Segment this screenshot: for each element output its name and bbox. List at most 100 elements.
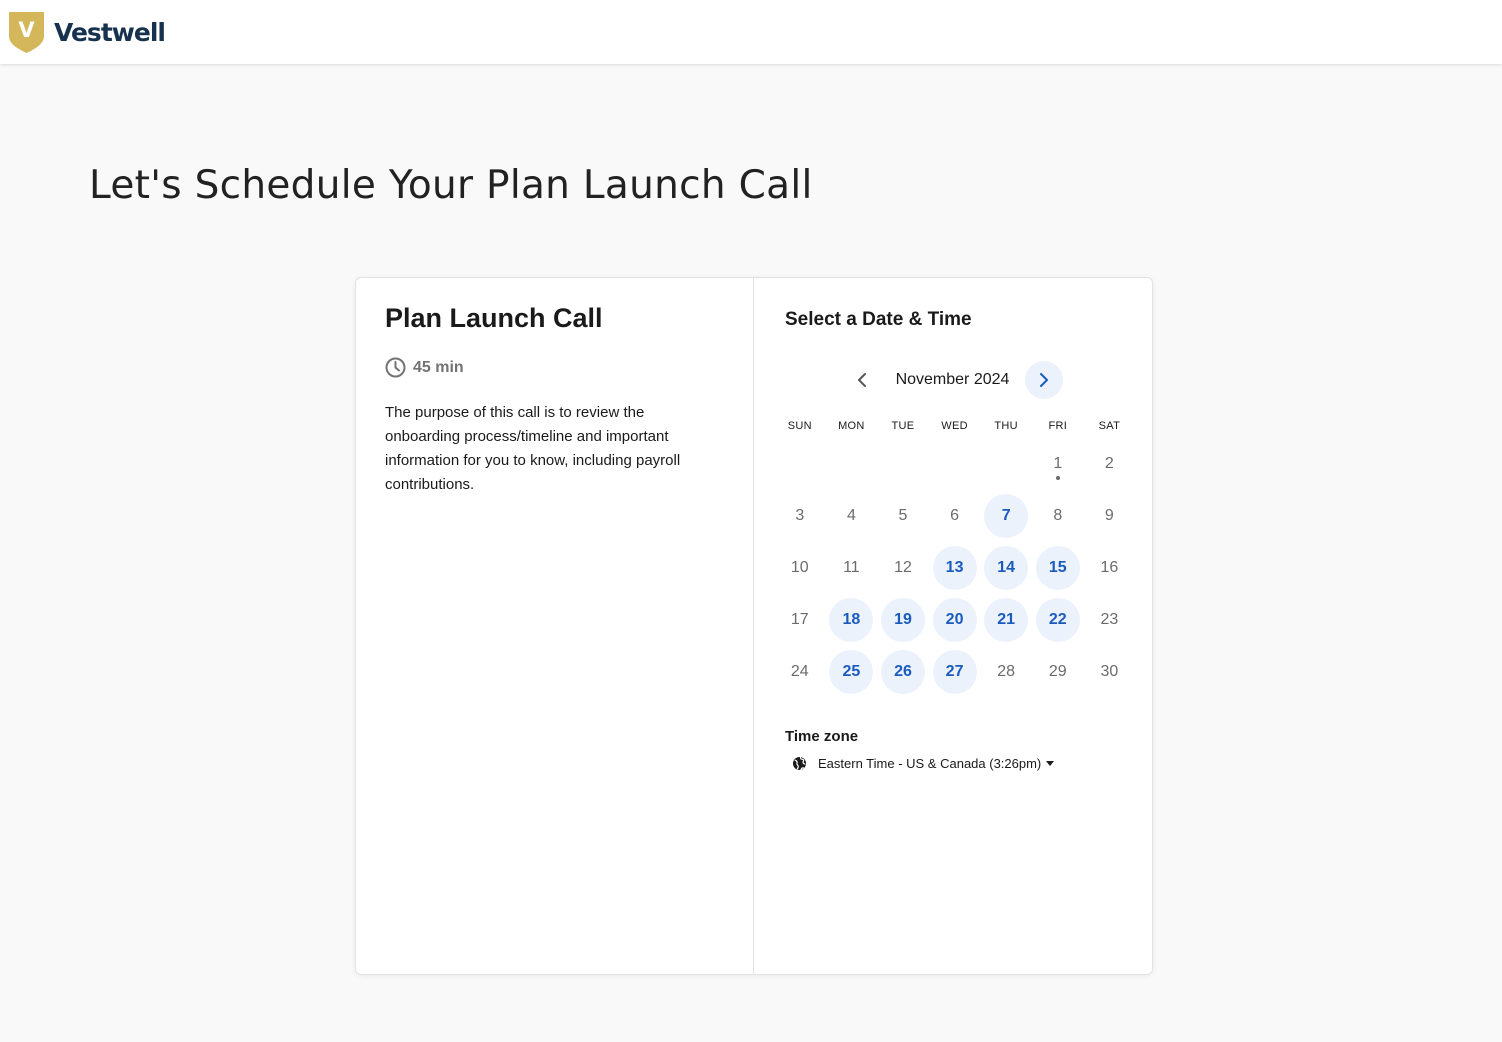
calendar-day-25[interactable]: 25 bbox=[826, 646, 878, 698]
calendar-day-14[interactable]: 14 bbox=[980, 542, 1032, 594]
calendar-day-3: 3 bbox=[774, 490, 826, 542]
calendar-day-13[interactable]: 13 bbox=[929, 542, 981, 594]
weekday-tue: TUE bbox=[891, 420, 915, 432]
calendar-empty-cell bbox=[929, 438, 981, 490]
calendar-day-number: 24 bbox=[790, 663, 809, 680]
calendar-day-number: 30 bbox=[1100, 663, 1119, 680]
calendar-day-18[interactable]: 18 bbox=[826, 594, 878, 646]
caret-down-icon bbox=[1046, 761, 1055, 766]
vestwell-logo[interactable]: V Vestwell bbox=[9, 11, 166, 53]
calendar-day-26[interactable]: 26 bbox=[877, 646, 929, 698]
calendar-day-number: 18 bbox=[829, 598, 874, 642]
calendar-day-1: 1 bbox=[1032, 438, 1084, 490]
weekday-sun: SUN bbox=[787, 420, 812, 432]
chevron-right-icon bbox=[1040, 373, 1048, 387]
calendar-day-16: 16 bbox=[1084, 542, 1136, 594]
calendar-day-23: 23 bbox=[1084, 594, 1136, 646]
calendar-day-number: 15 bbox=[1035, 546, 1080, 590]
shield-logo-icon: V bbox=[9, 11, 44, 53]
calendar-day-grid: 1 2 3 4 5 6 7 8 9 10 11 12 13 14 15 16 17 18 19 20 21 22 23 24 2… bbox=[774, 438, 1135, 698]
calendar-day-22[interactable]: 22 bbox=[1032, 594, 1084, 646]
calendar-day-number: 8 bbox=[1053, 507, 1063, 524]
calendar-day-number: 23 bbox=[1100, 611, 1119, 628]
calendar-day-number: 9 bbox=[1104, 507, 1114, 524]
calendar-day-15[interactable]: 15 bbox=[1032, 542, 1084, 594]
calendar-day-6: 6 bbox=[929, 490, 981, 542]
calendar-empty-cell bbox=[826, 438, 878, 490]
event-title: Plan Launch Call bbox=[385, 303, 603, 333]
calendar-day-4: 4 bbox=[826, 490, 878, 542]
calendar-day-19[interactable]: 19 bbox=[877, 594, 929, 646]
calendar-day-number: 17 bbox=[790, 611, 809, 628]
event-duration: 45 min bbox=[385, 357, 724, 378]
top-navigation-bar: V Vestwell bbox=[0, 0, 1502, 64]
calendar-day-17: 17 bbox=[774, 594, 826, 646]
calendar-day-number: 28 bbox=[997, 663, 1016, 680]
calendar-day-number: 3 bbox=[795, 507, 805, 524]
previous-month-button[interactable] bbox=[842, 360, 882, 400]
calendar-day-2: 2 bbox=[1084, 438, 1136, 490]
calendar-day-number: 14 bbox=[984, 546, 1029, 590]
event-details-pane: Plan Launch Call 45 min The purpose of t… bbox=[356, 278, 754, 974]
calendar-day-27[interactable]: 27 bbox=[929, 646, 981, 698]
calendar-empty-cell bbox=[980, 438, 1032, 490]
calendar-day-number: 4 bbox=[846, 507, 856, 524]
clock-icon bbox=[385, 357, 406, 378]
calendar-day-number: 11 bbox=[843, 559, 860, 576]
calendar-day-number: 27 bbox=[932, 650, 977, 694]
calendar-day-30: 30 bbox=[1084, 646, 1136, 698]
calendar-day-24: 24 bbox=[774, 646, 826, 698]
calendar-day-number: 22 bbox=[1035, 598, 1080, 642]
timezone-label: Time zone bbox=[785, 728, 859, 745]
select-date-time-heading: Select a Date & Time bbox=[785, 309, 972, 330]
calendar-day-number: 2 bbox=[1104, 455, 1114, 472]
next-month-button[interactable] bbox=[1025, 361, 1063, 399]
calendar-day-number: 21 bbox=[984, 598, 1029, 642]
timezone-value: Eastern Time - US & Canada (3:26pm) bbox=[818, 756, 1042, 771]
calendar-day-number: 25 bbox=[829, 650, 874, 694]
calendar-day-number: 20 bbox=[932, 598, 977, 642]
calendar-day-number: 16 bbox=[1100, 559, 1119, 576]
logo-text: Vestwell bbox=[54, 17, 166, 47]
calendar-day-28: 28 bbox=[980, 646, 1032, 698]
calendar-day-21[interactable]: 21 bbox=[980, 594, 1032, 646]
calendar-empty-cell bbox=[877, 438, 929, 490]
month-navigation: November 2024 bbox=[754, 360, 1152, 400]
calendar-day-number: 26 bbox=[880, 650, 925, 694]
calendar-day-11: 11 bbox=[826, 542, 878, 594]
calendar-day-9: 9 bbox=[1084, 490, 1136, 542]
weekday-wed: WED bbox=[941, 420, 968, 432]
calendar-day-number: 7 bbox=[984, 494, 1029, 538]
calendar-day-number: 5 bbox=[898, 507, 908, 524]
today-indicator-dot bbox=[1055, 476, 1060, 480]
calendar-day-5: 5 bbox=[877, 490, 929, 542]
event-description: The purpose of this call is to review th… bbox=[385, 404, 681, 493]
calendar-day-20[interactable]: 20 bbox=[929, 594, 981, 646]
weekday-sat: SAT bbox=[1098, 420, 1121, 432]
calendar-day-12: 12 bbox=[877, 542, 929, 594]
calendar-day-number: 6 bbox=[950, 507, 960, 524]
calendar-day-number: 12 bbox=[894, 559, 912, 576]
globe-icon bbox=[793, 756, 806, 771]
calendar-day-number: 19 bbox=[880, 598, 925, 642]
calendar-day-29: 29 bbox=[1032, 646, 1084, 698]
page-title: Let's Schedule Your Plan Launch Call bbox=[89, 163, 813, 208]
logo-letter: V bbox=[18, 18, 35, 42]
calendar-day-number: 29 bbox=[1048, 663, 1067, 680]
calendar-day-number: 13 bbox=[932, 546, 977, 590]
scheduling-card: Plan Launch Call 45 min The purpose of t… bbox=[355, 277, 1153, 975]
calendar-day-10: 10 bbox=[774, 542, 826, 594]
calendar-empty-cell bbox=[774, 438, 826, 490]
duration-text: 45 min bbox=[413, 358, 464, 376]
weekday-mon: MON bbox=[838, 420, 865, 432]
chevron-left-icon bbox=[858, 373, 866, 387]
calendar-day-8: 8 bbox=[1032, 490, 1084, 542]
weekday-thu: THU bbox=[994, 420, 1018, 432]
calendar-day-number: 10 bbox=[790, 559, 809, 576]
weekday-header-row: SUN MON TUE WED THU FRI SAT bbox=[774, 420, 1135, 432]
calendar-day-7[interactable]: 7 bbox=[980, 490, 1032, 542]
weekday-fri: FRI bbox=[1048, 420, 1068, 432]
date-time-pane: Select a Date & Time November 2024 SUN MO… bbox=[754, 278, 1152, 974]
current-month-label: November 2024 bbox=[895, 371, 1010, 388]
timezone-selector[interactable]: Eastern Time - US & Canada (3:26pm) bbox=[792, 756, 1055, 771]
